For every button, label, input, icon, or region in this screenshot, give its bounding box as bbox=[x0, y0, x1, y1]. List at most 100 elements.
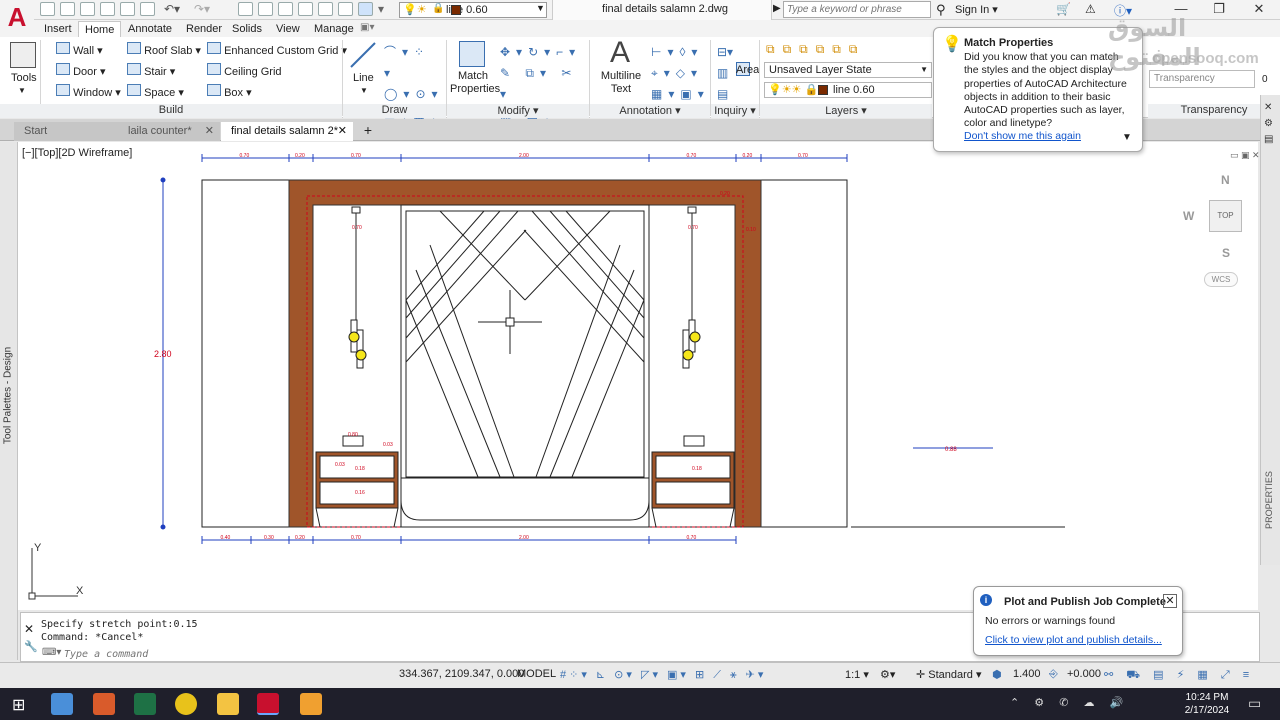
notifications-icon[interactable]: ▭ bbox=[1248, 695, 1261, 712]
panel-title-inquiry[interactable]: Inquiry ▾ bbox=[711, 104, 759, 118]
photos-app-icon[interactable] bbox=[51, 693, 73, 715]
pan-icon[interactable] bbox=[318, 2, 333, 16]
properties-icon[interactable] bbox=[298, 2, 313, 16]
tab-render[interactable]: Render bbox=[180, 21, 228, 37]
window-icon[interactable] bbox=[358, 2, 373, 16]
zoom-icon[interactable] bbox=[258, 2, 273, 16]
stair-button[interactable]: Stair ▾ bbox=[127, 63, 175, 78]
plot-icon[interactable] bbox=[140, 2, 155, 16]
panel-title-modify[interactable]: Modify ▾ bbox=[447, 104, 589, 118]
chrome-app-icon[interactable] bbox=[175, 693, 197, 715]
redo-icon[interactable]: ↷▾ bbox=[194, 2, 210, 16]
tip-expand-icon[interactable]: ▼ bbox=[1122, 132, 1132, 143]
window-button[interactable]: Window ▾ bbox=[56, 84, 121, 99]
door-button[interactable]: Door ▾ bbox=[56, 63, 105, 78]
command-customize-icon[interactable]: 🔧 bbox=[24, 640, 38, 653]
layer-prev-icon[interactable] bbox=[278, 2, 293, 16]
sign-in-link[interactable]: Sign In ▾ bbox=[955, 3, 998, 16]
new-tab-button[interactable]: + bbox=[359, 123, 377, 139]
command-input[interactable] bbox=[64, 647, 664, 661]
elevation-offset[interactable]: +0.000 bbox=[1067, 668, 1101, 680]
ceiling-grid-button[interactable]: Ceiling Grid bbox=[207, 63, 282, 78]
cart-icon[interactable]: 🛒 bbox=[1056, 2, 1071, 16]
binoculars-icon[interactable]: ⚲ bbox=[936, 2, 946, 18]
customize-qat-icon[interactable]: ▾ bbox=[378, 2, 384, 16]
annotation-scale[interactable]: 1:1 ▾ bbox=[845, 668, 869, 681]
tab-insert[interactable]: Insert bbox=[38, 21, 78, 37]
tools-dropdown-icon[interactable]: ▼ bbox=[18, 86, 26, 95]
plot-details-link[interactable]: Click to view plot and publish details..… bbox=[985, 634, 1162, 646]
annotation-tools-grid[interactable]: ⊢▾◊▾ ⌖▾◇▾ ▦▾▣▾ bbox=[651, 42, 709, 105]
file-explorer-icon[interactable] bbox=[217, 693, 239, 715]
layer-tools[interactable]: ⧉⧉⧉⧉⧉⧉ bbox=[766, 42, 865, 57]
display-style[interactable]: ✛ Standard ▾ bbox=[916, 668, 982, 681]
qnew-icon[interactable] bbox=[40, 2, 55, 16]
exchange-icon[interactable]: ⚠ bbox=[1085, 2, 1096, 16]
panel-title-layers[interactable]: Layers ▾ bbox=[760, 104, 932, 118]
palette-controls[interactable]: ✕ ⚙ ▤ bbox=[1264, 100, 1273, 148]
workspace-icon[interactable]: ⚙▾ bbox=[880, 668, 895, 681]
system-tray-icons[interactable]: ⌃ ⚙ ✆ ☁ 🔊 bbox=[1010, 696, 1129, 709]
transparency-field[interactable]: Transparency bbox=[1149, 70, 1255, 88]
tab-view[interactable]: View bbox=[270, 21, 306, 37]
tools-button[interactable]: Tools bbox=[11, 72, 37, 84]
ribbon-more-icon[interactable]: ▣▾ bbox=[360, 22, 374, 33]
roof-slab-button[interactable]: Roof Slab ▾ bbox=[127, 42, 201, 57]
drafting-toggles[interactable]: #⁘▾ ⊾ ⊙▾ ◸▾ ▣▾ ⊞ ⟋ ⚹ ✈▾ bbox=[560, 668, 766, 682]
tip-dismiss-link[interactable]: Don't show me this again bbox=[964, 130, 1081, 142]
windows-start-icon[interactable]: ⊞ bbox=[12, 695, 25, 715]
doc-tab-final-details[interactable]: final details salamn 2* ✕ bbox=[221, 122, 353, 141]
layer-state-combo[interactable]: Unsaved Layer State ▼ bbox=[764, 62, 932, 78]
tab-home[interactable]: Home bbox=[78, 21, 122, 37]
compass-north[interactable]: N bbox=[1221, 173, 1230, 187]
save-icon[interactable] bbox=[80, 2, 95, 16]
space-button[interactable]: Space ▾ bbox=[127, 84, 184, 99]
search-input[interactable] bbox=[783, 1, 931, 18]
match-properties-button[interactable]: Match Properties bbox=[450, 70, 500, 96]
inquiry-tools[interactable]: ⊟▾ ▥ ▤ bbox=[717, 42, 733, 105]
compass-south[interactable]: S bbox=[1222, 246, 1230, 260]
autocad-app-icon[interactable] bbox=[257, 693, 279, 715]
wcs-menu[interactable]: WCS bbox=[1204, 272, 1238, 287]
multiline-text-button[interactable]: Multiline Text bbox=[598, 70, 644, 96]
command-close-icon[interactable]: ✕ bbox=[24, 622, 34, 636]
open-icon[interactable] bbox=[60, 2, 75, 16]
notification-close-button[interactable]: ✕ bbox=[1163, 594, 1177, 608]
lineweight-value[interactable]: 1.400 bbox=[1013, 668, 1041, 680]
match-icon[interactable] bbox=[238, 2, 253, 16]
wall-button[interactable]: Wall ▾ bbox=[56, 42, 103, 57]
close-tab-icon[interactable]: ✕ bbox=[338, 122, 347, 140]
model-space-button[interactable]: MODEL bbox=[517, 668, 556, 680]
close-tab-icon[interactable]: ✕ bbox=[205, 122, 214, 140]
pinned-app-icon[interactable] bbox=[300, 693, 322, 715]
drawing-svg[interactable]: 0.70 0.20 0.70 2.00 0.70 0.20 0.70 0.40 0.30 0.2… bbox=[18, 142, 1258, 610]
status-tray-icons[interactable]: ⚯ ⛟ ▤ ⚡ ▦ ⤢ ≡ bbox=[1104, 668, 1254, 683]
viewcube[interactable]: TOP bbox=[1209, 200, 1242, 232]
panel-title-annotation[interactable]: Annotation ▾ bbox=[590, 104, 710, 118]
taskbar-clock[interactable]: 10:24 PM 2/17/2024 bbox=[1176, 691, 1238, 717]
store-app-icon[interactable] bbox=[93, 693, 115, 715]
enhanced-grid-button[interactable]: Enhanced Custom Grid ▾ bbox=[207, 42, 347, 57]
tab-annotate[interactable]: Annotate bbox=[122, 21, 178, 37]
layer-dropdown-icon[interactable]: ▼ bbox=[536, 3, 545, 13]
doc-tab-start[interactable]: Start bbox=[14, 122, 118, 141]
line-button[interactable]: Line bbox=[353, 72, 374, 84]
coordinates-readout[interactable]: 334.367, 2109.347, 0.000 bbox=[399, 668, 524, 680]
elevation-icon[interactable]: ⎆ bbox=[1049, 668, 1058, 681]
compass-west[interactable]: W bbox=[1183, 209, 1194, 223]
line-dropdown-icon[interactable]: ▼ bbox=[360, 86, 368, 95]
doc-tab-laila-counter[interactable]: laila counter* ✕ bbox=[118, 122, 220, 141]
area-button[interactable]: Area bbox=[736, 64, 759, 76]
excel-app-icon[interactable] bbox=[134, 693, 156, 715]
search-arrow-icon[interactable]: ▶ bbox=[773, 3, 781, 14]
web-icon[interactable] bbox=[120, 2, 135, 16]
viewport-restore-icons[interactable]: ▭ ▣ ✕ bbox=[1230, 150, 1260, 161]
tab-manage[interactable]: Manage bbox=[308, 21, 360, 37]
saveas-icon[interactable] bbox=[100, 2, 115, 16]
tab-solids[interactable]: Solids bbox=[226, 21, 268, 37]
box-button[interactable]: Box ▾ bbox=[207, 84, 252, 99]
lineweight-icon[interactable]: ⬢ bbox=[992, 668, 1002, 681]
application-menu-button[interactable]: A bbox=[0, 0, 34, 38]
undo-icon[interactable]: ↶▾ bbox=[164, 2, 180, 16]
print-preview-icon[interactable] bbox=[338, 2, 353, 16]
